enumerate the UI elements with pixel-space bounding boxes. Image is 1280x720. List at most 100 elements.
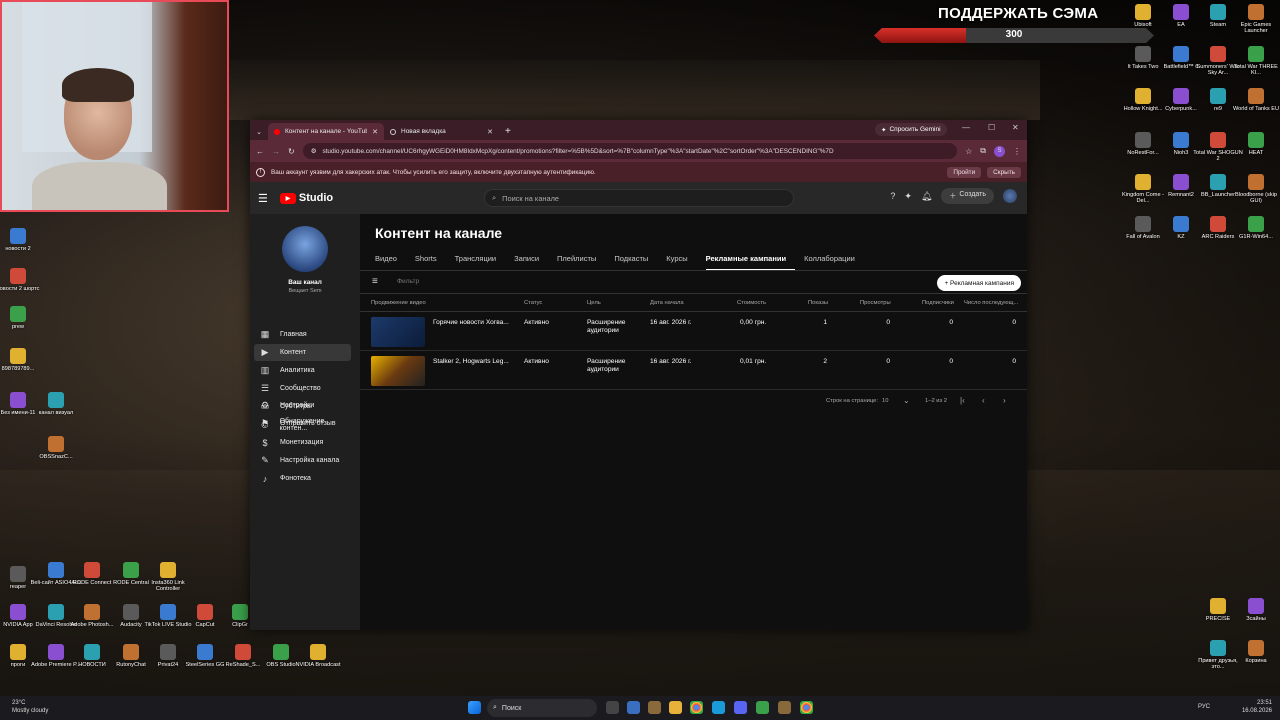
desktop-icon[interactable]: G1R-Win64...	[1230, 216, 1280, 240]
widgets-icon[interactable]	[627, 701, 640, 714]
column-header[interactable]: Показы	[808, 300, 828, 306]
tab-1[interactable]: Shorts	[415, 254, 446, 271]
table-row[interactable]: Горячие новости Хогва... Активно Расширени…	[360, 313, 1027, 351]
url-field[interactable]: ⚙ studio.youtube.com/channel/UC6rhgyWGEi…	[302, 143, 958, 159]
desktop-icon[interactable]: канал визуал	[30, 392, 82, 416]
desktop-icon[interactable]: NVIDIA Broadcast	[292, 644, 344, 668]
hamburger-menu-icon[interactable]: ☰	[258, 192, 268, 205]
desktop-icon[interactable]: новости 2 шортс	[0, 268, 44, 292]
task-view-icon[interactable]	[606, 701, 619, 714]
channel-search-input[interactable]: ⌕ Поиск на канале	[484, 189, 794, 207]
chrome-icon[interactable]	[690, 701, 703, 714]
new-campaign-button[interactable]: + Рекламная кампания	[937, 275, 1021, 291]
telegram-icon[interactable]	[712, 701, 725, 714]
channel-avatar[interactable]	[282, 226, 328, 272]
desktop-icon[interactable]: World of Tanks EU	[1230, 88, 1280, 112]
filter-input[interactable]: Фильтр	[397, 278, 419, 285]
tab-5[interactable]: Подкасты	[614, 254, 657, 271]
tab-7[interactable]: Рекламные кампании	[705, 254, 796, 271]
sidebar-item-feedback[interactable]: ⚑ Отправить отзыв	[254, 415, 351, 432]
tab-3[interactable]: Записи	[514, 254, 548, 271]
reload-icon[interactable]: ↻	[288, 147, 295, 156]
tab-4[interactable]: Плейлисты	[557, 254, 605, 271]
back-icon[interactable]: ←	[256, 147, 264, 156]
table-row[interactable]: Stalker 2, Hogwarts Leg... Активно Расшире…	[360, 352, 1027, 390]
sidebar-item-community[interactable]: ☰ Сообщество	[254, 380, 351, 397]
desktop-icon[interactable]: prew	[0, 306, 44, 330]
column-header[interactable]: Просмотры	[860, 300, 891, 306]
menu-kebab-icon[interactable]: ⋮	[1013, 147, 1021, 156]
close-window-button[interactable]: ✕	[1012, 123, 1019, 132]
sparkle-icon[interactable]: ✦	[904, 191, 912, 202]
close-tab-icon[interactable]: ✕	[487, 128, 493, 136]
sidebar-item-audio-library[interactable]: ♪ Фонотека	[254, 470, 351, 487]
bookmark-star-icon[interactable]: ☆	[965, 147, 972, 156]
next-page-icon[interactable]: ›	[1003, 396, 1006, 405]
filter-icon[interactable]: ≡	[372, 276, 378, 287]
profile-avatar[interactable]: S	[994, 145, 1005, 157]
desktop-icon[interactable]: OBSSnazC...	[30, 436, 82, 460]
ask-gemini-button[interactable]: ✦ Спросить Gemini	[875, 123, 947, 136]
tab-2[interactable]: Трансляции	[455, 254, 506, 271]
first-page-icon[interactable]: |‹	[960, 396, 965, 405]
video-title[interactable]: Stalker 2, Hogwarts Leg...	[433, 358, 509, 365]
clock-date[interactable]: 16.08.2026	[1242, 707, 1272, 715]
sidebar-item-dashboard[interactable]: ▦ Главная	[254, 326, 351, 343]
chrome-icon[interactable]	[800, 701, 813, 714]
clock-time[interactable]: 23:51	[1242, 699, 1272, 707]
create-button[interactable]: ＋ Создать	[941, 188, 994, 204]
video-thumbnail[interactable]	[371, 317, 425, 347]
desktop-icon[interactable]: HEAT	[1230, 132, 1280, 156]
minimize-button[interactable]: —	[962, 123, 970, 132]
desktop-icon[interactable]: Зсайны	[1230, 598, 1280, 622]
extensions-icon[interactable]: ⧉	[980, 146, 986, 156]
sidebar-item-analytics[interactable]: ▥ Аналитика	[254, 362, 351, 379]
help-icon[interactable]: ?	[890, 191, 895, 201]
notifications-bell-icon[interactable]: 🔔︎	[921, 191, 932, 202]
discord-icon[interactable]	[734, 701, 747, 714]
sidebar-item-monetization[interactable]: $ Монетизация	[254, 434, 351, 451]
column-header[interactable]: Стоимость	[737, 300, 766, 306]
tab-youtube-studio[interactable]: Контент на канале - YouTube S ✕	[268, 123, 384, 140]
maximize-button[interactable]: ☐	[988, 123, 995, 132]
tab-6[interactable]: Курсы	[666, 254, 696, 271]
desktop-icon[interactable]: Epic Games Launcher	[1230, 4, 1280, 35]
site-info-icon[interactable]: ⚙	[311, 147, 317, 155]
game-icon[interactable]	[648, 701, 661, 714]
column-header[interactable]: Статус	[524, 300, 542, 306]
tab-new-tab[interactable]: Новая вкладка ✕	[384, 123, 499, 140]
desktop-icon[interactable]: Total War THREE KI...	[1230, 46, 1280, 77]
chevron-down-icon[interactable]: ⌄	[903, 396, 910, 405]
desktop-icon[interactable]: новости 2	[0, 228, 44, 252]
column-header[interactable]: Число последующ...	[964, 300, 1018, 306]
column-header[interactable]: Дата начала	[650, 300, 684, 306]
forward-icon[interactable]: →	[272, 147, 280, 156]
tab-0[interactable]: Видео	[375, 254, 406, 271]
desktop-icon[interactable]: Bloodborne (skip GUI)	[1230, 174, 1280, 205]
video-title[interactable]: Горячие новости Хогва...	[433, 319, 509, 326]
video-thumbnail[interactable]	[371, 356, 425, 386]
tab-8[interactable]: Коллаборации	[804, 254, 864, 271]
column-header[interactable]: Цель	[587, 300, 601, 306]
desktop-icon[interactable]: Корзина	[1230, 640, 1280, 664]
account-avatar[interactable]	[1003, 189, 1017, 203]
tab-search-icon[interactable]: ⌄	[250, 123, 268, 140]
prev-page-icon[interactable]: ‹	[982, 396, 985, 405]
warning-go-button[interactable]: Пройти	[947, 166, 982, 178]
desktop-icon[interactable]: 898789789...	[0, 348, 44, 372]
column-header[interactable]: Подписчики	[922, 300, 954, 306]
language-indicator[interactable]: РУС	[1198, 703, 1210, 711]
sidebar-item-customization[interactable]: ✎ Настройка канала	[254, 452, 351, 469]
sidebar-item-settings[interactable]: ⚙ Настройки	[254, 397, 351, 414]
start-windows-icon[interactable]	[468, 701, 481, 714]
game-icon[interactable]	[778, 701, 791, 714]
app-icon[interactable]	[756, 701, 769, 714]
studio-logo[interactable]: ▶ Studio	[279, 192, 333, 204]
column-header[interactable]: Продвижение видео	[371, 300, 426, 306]
taskbar-search[interactable]: ⌕ Поиск	[487, 699, 597, 717]
desktop-icon[interactable]: Insta360 Link Controller	[142, 562, 194, 593]
sidebar-item-content[interactable]: ▶ Контент	[254, 344, 351, 361]
warning-hide-button[interactable]: Скрыть	[987, 166, 1021, 178]
new-tab-button[interactable]: +	[499, 123, 517, 140]
file-explorer-icon[interactable]	[669, 701, 682, 714]
